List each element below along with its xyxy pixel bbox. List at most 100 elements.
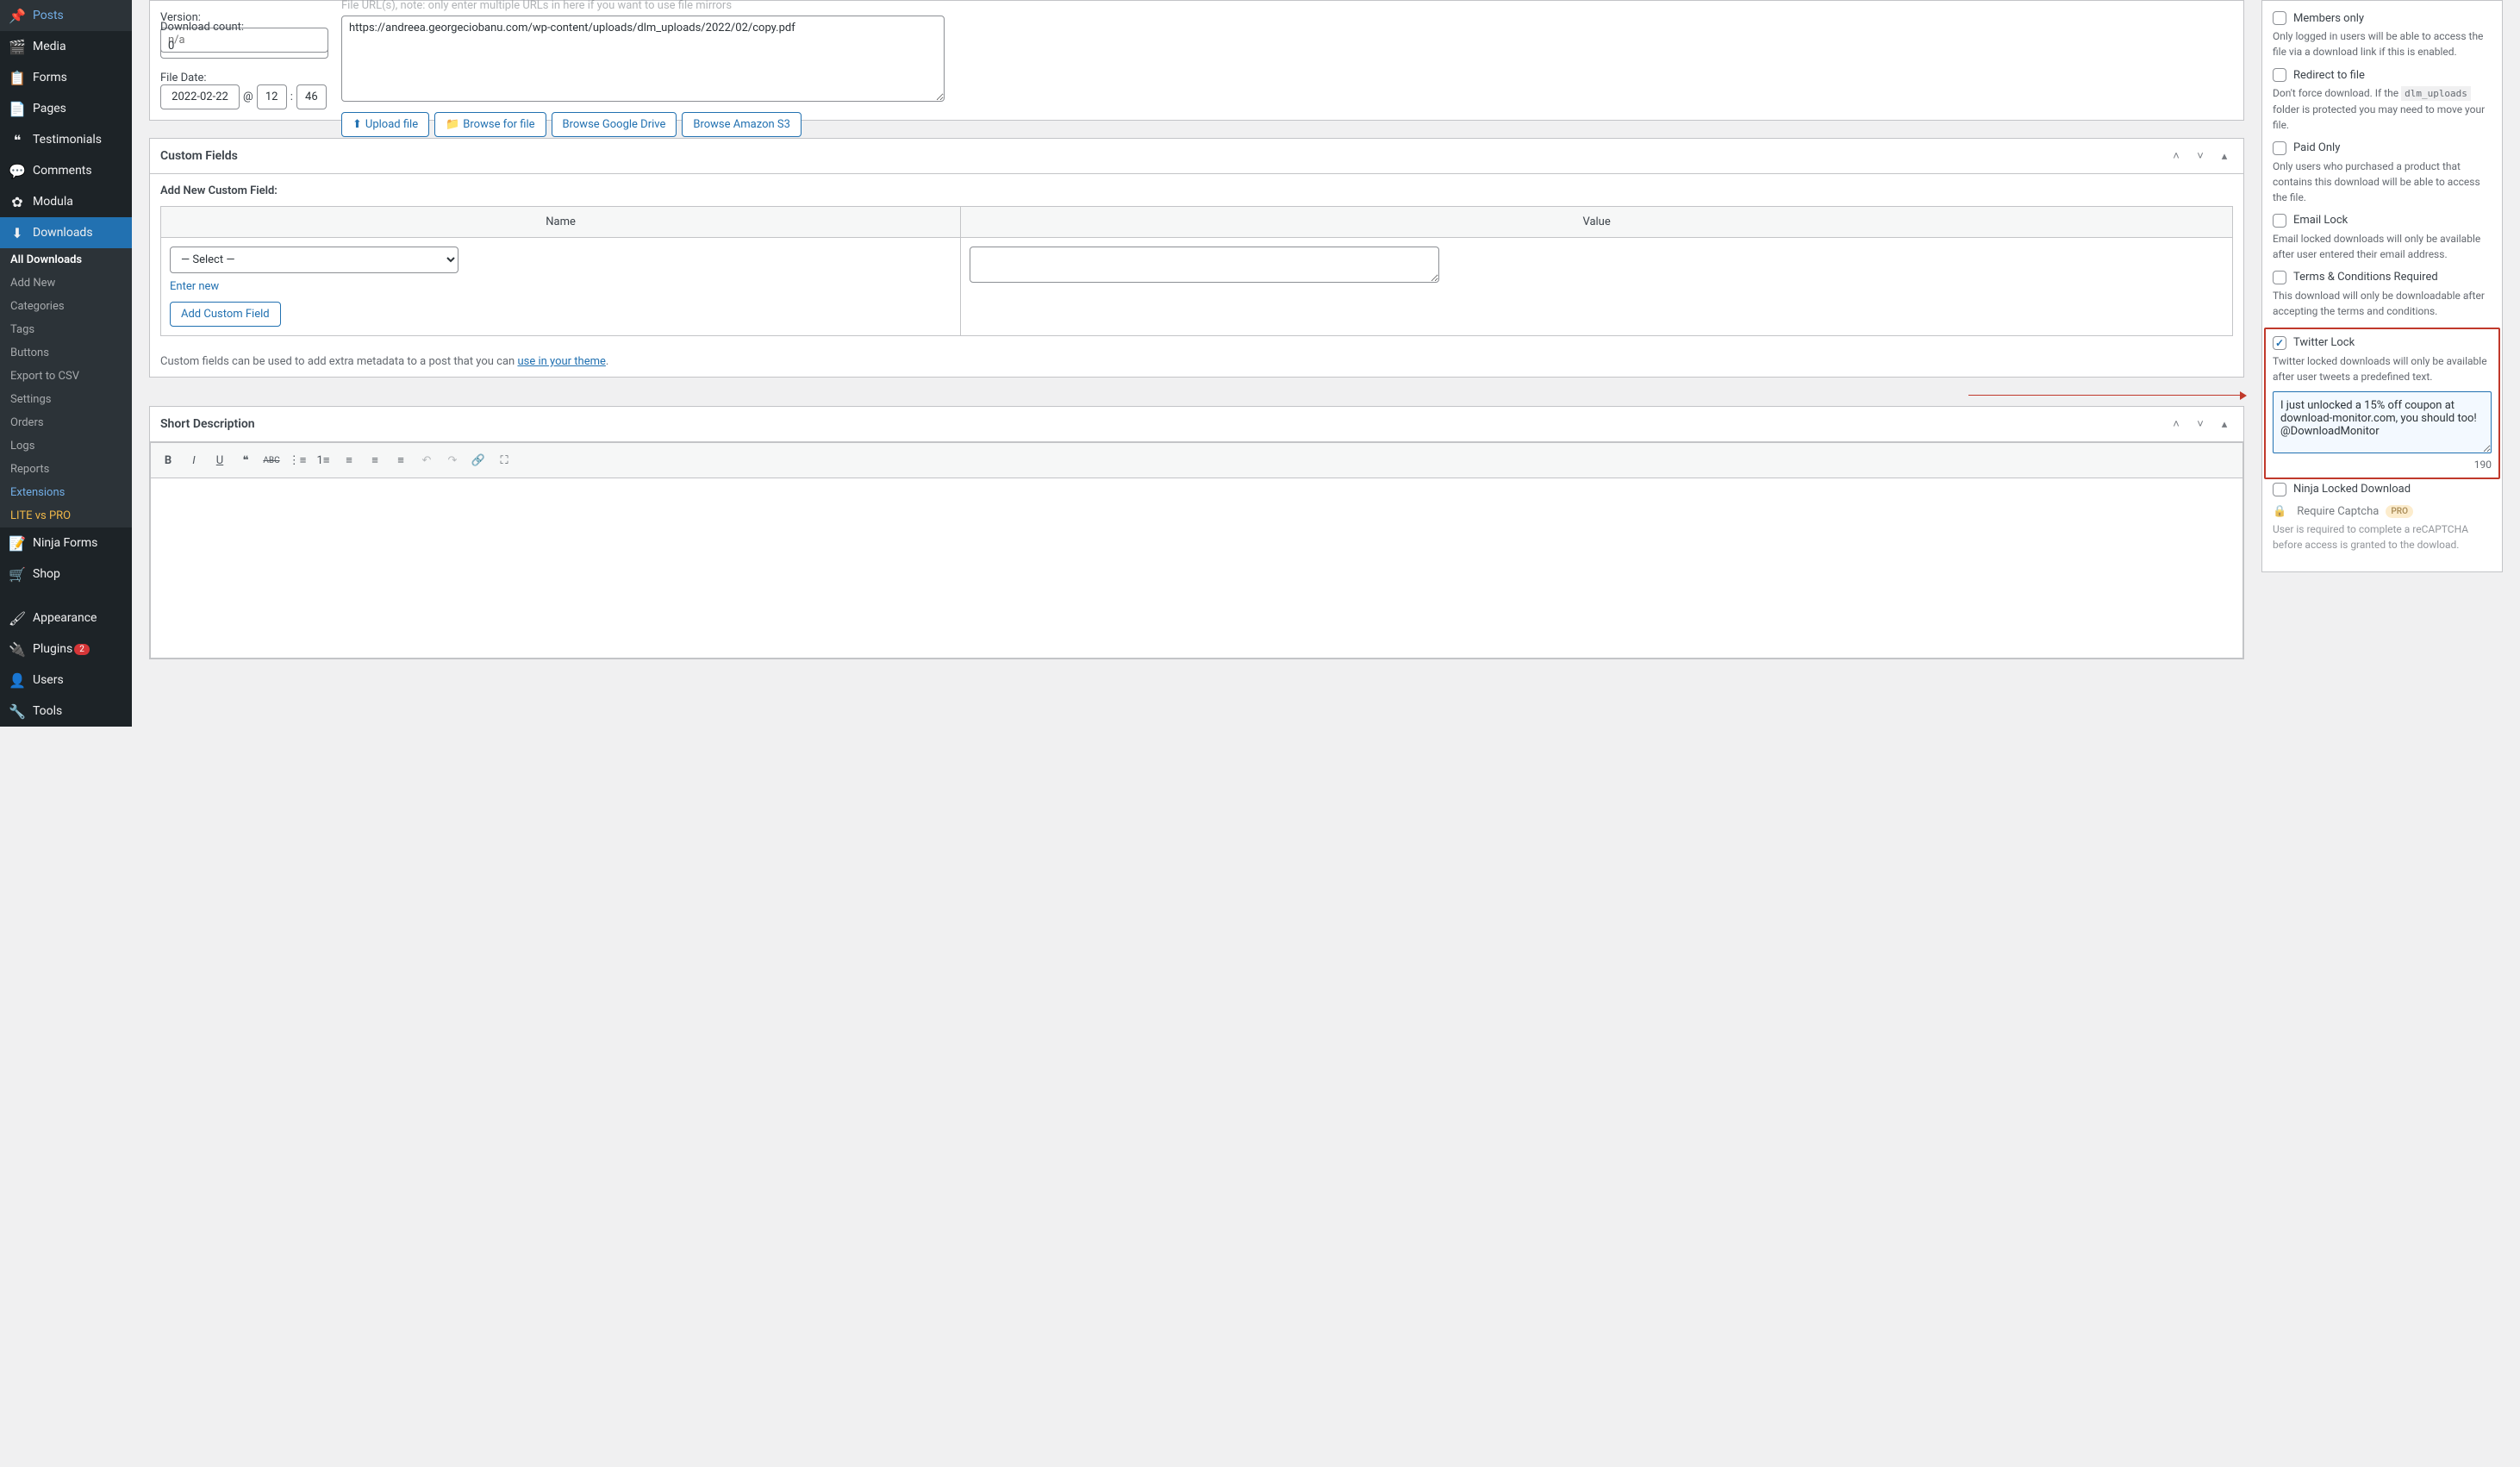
add-custom-field-button[interactable]: Add Custom Field xyxy=(170,302,281,327)
menu-label: Forms xyxy=(33,71,67,84)
menu-label: Pages xyxy=(33,102,66,115)
submenu-add-new[interactable]: Add New xyxy=(0,272,132,295)
enter-new-link[interactable]: Enter new xyxy=(170,280,219,293)
sidebar-item-posts[interactable]: 📌Posts xyxy=(0,0,132,31)
redirect-checkbox[interactable] xyxy=(2273,68,2286,82)
submenu-extensions[interactable]: Extensions xyxy=(0,481,132,504)
underline-button[interactable]: U xyxy=(208,448,232,472)
file-url-input[interactable]: https://andreea.georgeciobanu.com/wp-con… xyxy=(341,16,945,102)
bold-button[interactable]: B xyxy=(156,448,180,472)
submenu-all-downloads[interactable]: All Downloads xyxy=(0,248,132,272)
time-colon: : xyxy=(290,91,293,103)
sidebar-item-tools[interactable]: 🔧Tools xyxy=(0,696,132,727)
theme-link[interactable]: use in your theme xyxy=(517,355,605,368)
annotation-arrow xyxy=(1968,395,2244,396)
submenu-categories[interactable]: Categories xyxy=(0,295,132,318)
move-up-icon[interactable]: ˄ xyxy=(2168,147,2185,165)
sidebar-item-downloads[interactable]: ⬇Downloads xyxy=(0,217,132,248)
tweet-char-count: 190 xyxy=(2273,459,2492,471)
align-right-button[interactable]: ≡ xyxy=(389,448,413,472)
short-description-editor[interactable] xyxy=(150,478,2243,659)
link-button[interactable]: 🔗 xyxy=(466,448,490,472)
captcha-desc: User is required to complete a reCAPTCHA… xyxy=(2273,521,2492,552)
captcha-label: Require Captcha xyxy=(2297,505,2379,518)
user-icon: 👤 xyxy=(9,671,26,689)
sidebar-item-ninja-forms[interactable]: 📝Ninja Forms xyxy=(0,527,132,559)
clipboard-icon: 📋 xyxy=(9,69,26,86)
quote-icon: ❝ xyxy=(9,131,26,148)
ul-button[interactable]: ⋮≡ xyxy=(285,448,309,472)
undo-button[interactable]: ↶ xyxy=(415,448,439,472)
sidebar-item-plugins[interactable]: 🔌Plugins2 xyxy=(0,634,132,665)
page-icon: 📄 xyxy=(9,100,26,117)
redirect-label: Redirect to file xyxy=(2293,69,2365,82)
value-column-header: Value xyxy=(961,207,2233,238)
sidebar-item-users[interactable]: 👤Users xyxy=(0,665,132,696)
redo-button[interactable]: ↷ xyxy=(440,448,465,472)
file-hours-input[interactable] xyxy=(257,84,287,109)
captcha-option: 🔒 Require Captcha PRO User is required t… xyxy=(2273,505,2492,552)
media-icon: 🎬 xyxy=(9,38,26,55)
paid-only-desc: Only users who purchased a product that … xyxy=(2273,159,2492,205)
strikethrough-button[interactable]: ABC xyxy=(259,448,284,472)
terms-desc: This download will only be downloadable … xyxy=(2273,288,2492,319)
align-left-button[interactable]: ≡ xyxy=(337,448,361,472)
submenu-lite-vs-pro[interactable]: LITE vs PRO xyxy=(0,504,132,527)
twitter-lock-checkbox[interactable]: ✓ xyxy=(2273,336,2286,350)
align-center-button[interactable]: ≡ xyxy=(363,448,387,472)
submenu-reports[interactable]: Reports xyxy=(0,458,132,481)
blockquote-button[interactable]: ❝ xyxy=(234,448,258,472)
center-column: Version: File URL(s), note: only enter m… xyxy=(149,0,2244,727)
browse-file-button[interactable]: 📁Browse for file xyxy=(434,112,546,137)
move-down-icon[interactable]: ˅ xyxy=(2192,147,2209,165)
sidebar-item-pages[interactable]: 📄 Pages xyxy=(0,93,132,124)
submenu-tags[interactable]: Tags xyxy=(0,318,132,341)
menu-label: Appearance xyxy=(33,611,97,625)
toggle-icon[interactable]: ▴ xyxy=(2216,415,2233,433)
sidebar-item-modula[interactable]: ✿Modula xyxy=(0,186,132,217)
email-lock-checkbox[interactable] xyxy=(2273,214,2286,228)
twitter-lock-option: ✓ Twitter Lock Twitter locked downloads … xyxy=(2273,336,2492,471)
submenu-logs[interactable]: Logs xyxy=(0,434,132,458)
toggle-icon[interactable]: ▴ xyxy=(2216,147,2233,165)
wrench-icon: 🔧 xyxy=(9,702,26,720)
upload-file-button[interactable]: ⬆Upload file xyxy=(341,112,429,137)
move-up-icon[interactable]: ˄ xyxy=(2168,415,2185,433)
upload-icon: ⬆ xyxy=(352,118,362,131)
sidebar-item-media[interactable]: 🎬Media xyxy=(0,31,132,62)
ninja-lock-checkbox[interactable] xyxy=(2273,483,2286,496)
sidebar-item-comments[interactable]: 💬Comments xyxy=(0,155,132,186)
sidebar-item-testimonials[interactable]: ❝Testimonials xyxy=(0,124,132,155)
custom-fields-metabox: Custom Fields ˄ ˅ ▴ Add New Custom Field… xyxy=(149,138,2244,378)
admin-sidebar: 📌Posts 🎬Media 📋 Forms 📄 Pages ❝Testimonial… xyxy=(0,0,132,727)
move-down-icon[interactable]: ˅ xyxy=(2192,415,2209,433)
sidebar-item-forms[interactable]: 📋 Forms xyxy=(0,62,132,93)
tweet-text-input[interactable]: I just unlocked a 15% off coupon at down… xyxy=(2273,391,2492,453)
terms-checkbox[interactable] xyxy=(2273,271,2286,284)
members-only-checkbox[interactable] xyxy=(2273,11,2286,25)
url-label: File URL(s), note: only enter multiple U… xyxy=(341,0,2233,12)
sidebar-item-appearance[interactable]: 🖌Appearance xyxy=(0,602,132,634)
sidebar-item-shop[interactable]: 🛒Shop xyxy=(0,559,132,590)
submenu-buttons[interactable]: Buttons xyxy=(0,341,132,365)
custom-field-value-input[interactable] xyxy=(970,247,1439,283)
download-icon: ⬇ xyxy=(9,224,26,241)
fullscreen-button[interactable]: ⛶ xyxy=(492,448,516,472)
submenu-export-csv[interactable]: Export to CSV xyxy=(0,365,132,388)
custom-field-name-select[interactable]: — Select — xyxy=(170,247,458,273)
menu-label: Shop xyxy=(33,567,60,581)
ol-button[interactable]: 1≡ xyxy=(311,448,335,472)
main-content: Version: File URL(s), note: only enter m… xyxy=(132,0,2520,727)
short-description-metabox: Short Description ˄ ˅ ▴ B I U ❝ ABC ⋮≡ 1… xyxy=(149,406,2244,659)
file-date-input[interactable] xyxy=(160,84,240,109)
paid-only-checkbox[interactable] xyxy=(2273,141,2286,155)
file-minutes-input[interactable] xyxy=(296,84,327,109)
submenu-settings[interactable]: Settings xyxy=(0,388,132,411)
browse-drive-button[interactable]: Browse Google Drive xyxy=(552,112,677,137)
submenu-orders[interactable]: Orders xyxy=(0,411,132,434)
date-label: File Date: xyxy=(160,72,207,84)
italic-button[interactable]: I xyxy=(182,448,206,472)
members-only-desc: Only logged in users will be able to acc… xyxy=(2273,28,2492,59)
downloads-submenu: All Downloads Add New Categories Tags Bu… xyxy=(0,248,132,527)
browse-s3-button[interactable]: Browse Amazon S3 xyxy=(682,112,802,137)
